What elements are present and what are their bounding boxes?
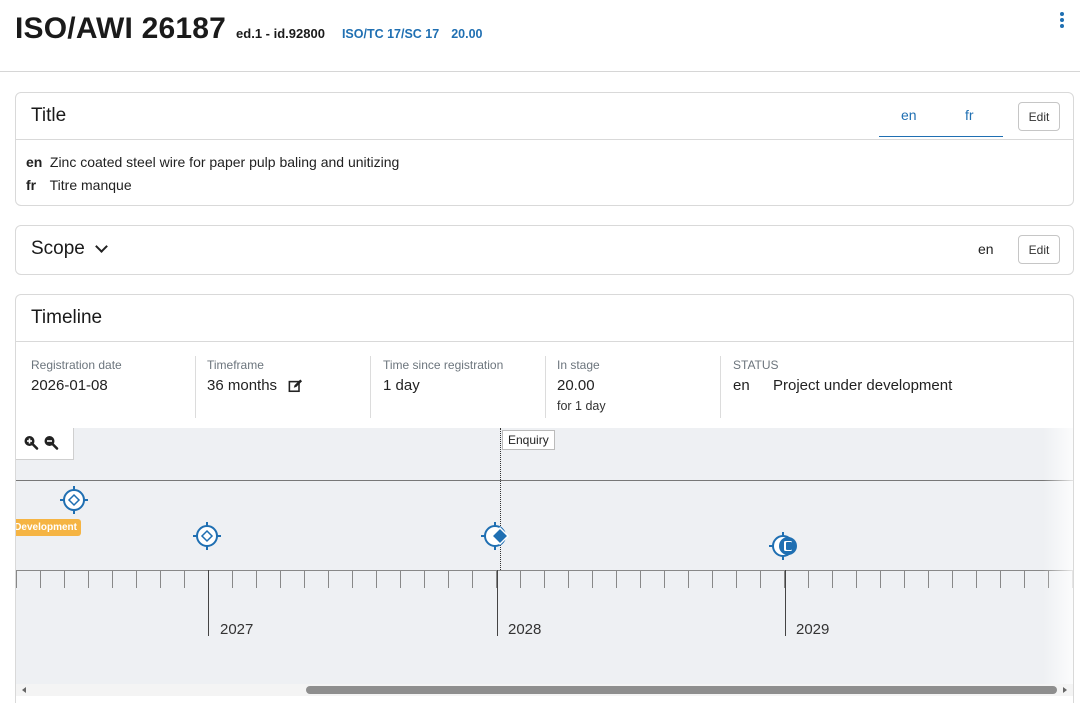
fade-edge: [1043, 428, 1073, 684]
zoom-in-icon[interactable]: [23, 434, 39, 452]
title-card-header: Title en fr Edit: [16, 93, 1073, 140]
scope-edit-button[interactable]: Edit: [1018, 235, 1060, 264]
scope-toggle[interactable]: Scope: [31, 238, 108, 260]
scroll-left-icon[interactable]: [18, 684, 30, 696]
horizontal-scrollbar[interactable]: [16, 684, 1073, 696]
title-edit-button[interactable]: Edit: [1018, 102, 1060, 131]
current-milestone-icon[interactable]: [480, 521, 512, 551]
divider: [370, 356, 371, 418]
enquiry-label: Enquiry: [502, 430, 555, 450]
zoom-out-icon[interactable]: [43, 434, 59, 452]
timeline-baseline: [16, 480, 1073, 481]
title-row-fr: fr Titre manque: [26, 177, 132, 193]
edit-icon[interactable]: [288, 378, 303, 393]
milestone-target-icon[interactable]: [192, 521, 222, 551]
status-lang: en: [733, 377, 750, 394]
timeframe-value: 36 months: [207, 377, 278, 394]
divider: [195, 356, 196, 418]
timeframe: Timeframe 36 months: [207, 358, 303, 394]
scope-heading: Scope: [31, 238, 85, 259]
in-stage: In stage 20.00 for 1 day: [557, 358, 606, 413]
document-edition: ed.1 - id.92800: [236, 26, 325, 41]
year-label-2028: 2028: [508, 621, 542, 638]
year-label-2029: 2029: [796, 621, 830, 638]
title-row-text: Titre manque: [49, 177, 132, 193]
title-row-lang: en: [26, 154, 43, 170]
title-row-text: Zinc coated steel wire for paper pulp ba…: [49, 154, 400, 170]
status: STATUS en Project under development: [733, 358, 953, 394]
divider: [720, 356, 721, 418]
title-row-lang: fr: [26, 177, 37, 193]
scroll-right-icon[interactable]: [1059, 684, 1071, 696]
title-row-en: en Zinc coated steel wire for paper pulp…: [26, 154, 399, 170]
zoom-controls: [16, 428, 74, 460]
timeline-card-header: Timeline: [16, 295, 1073, 342]
registration-date: Registration date 2026-01-08: [31, 358, 122, 394]
year-label-2027: 2027: [220, 621, 254, 638]
page-header: ISO/AWI 26187 ed.1 - id.92800 ISO/TC 17/…: [0, 0, 1080, 72]
scope-lang: en: [978, 241, 994, 257]
tab-en[interactable]: en: [901, 107, 917, 123]
chevron-down-icon: [95, 240, 108, 253]
timeline-chart[interactable]: Enquiry Development 2027 2028 2029: [16, 428, 1073, 684]
tab-fr[interactable]: fr: [965, 107, 974, 123]
scope-card: Scope en Edit: [15, 225, 1074, 275]
document-title: ISO/AWI 26187 ed.1 - id.92800 ISO/TC 17/…: [15, 12, 482, 46]
year-tick: [497, 570, 498, 636]
year-tick: [208, 570, 209, 636]
timeline-axis: [16, 570, 1073, 588]
document-code: ISO/AWI 26187: [15, 12, 227, 45]
title-heading: Title: [31, 105, 67, 126]
development-badge[interactable]: Development: [16, 519, 81, 536]
time-since-registration: Time since registration 1 day: [383, 358, 504, 394]
divider: [545, 356, 546, 418]
scrollbar-thumb[interactable]: [306, 686, 1057, 694]
status-value: Project under development: [773, 377, 953, 394]
stage-link[interactable]: 20.00: [451, 27, 482, 41]
deadline-milestone-icon[interactable]: [768, 531, 800, 561]
title-card: Title en fr Edit en Zinc coated steel wi…: [15, 92, 1074, 206]
development-badge-label: Development: [16, 519, 81, 536]
language-tabs: en fr: [879, 97, 1003, 137]
year-tick: [785, 570, 786, 636]
timeline-heading: Timeline: [31, 307, 103, 328]
committee-link[interactable]: ISO/TC 17/SC 17: [342, 27, 439, 41]
kebab-menu-icon[interactable]: [1056, 12, 1068, 32]
milestone-target-icon[interactable]: [59, 485, 89, 515]
